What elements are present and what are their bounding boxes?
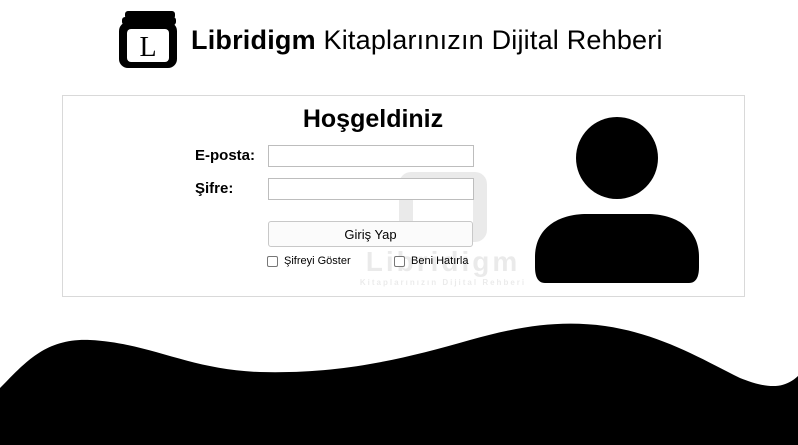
user-avatar-icon bbox=[535, 117, 699, 283]
show-password-label: Şifreyi Göster bbox=[284, 255, 351, 267]
decorative-wave bbox=[0, 323, 798, 445]
app-header: L Libridigm Kitaplarınızın Dijital Rehbe… bbox=[117, 10, 663, 70]
email-field[interactable] bbox=[268, 145, 474, 167]
login-button[interactable]: Giriş Yap bbox=[268, 221, 473, 247]
password-field[interactable] bbox=[268, 178, 474, 200]
remember-me-checkbox[interactable]: Beni Hatırla bbox=[394, 255, 468, 267]
brand-name: Libridigm bbox=[191, 24, 316, 55]
login-title: Hoşgeldiniz bbox=[302, 105, 444, 133]
password-label: Şifre: bbox=[195, 180, 234, 197]
show-password-checkbox[interactable]: Şifreyi Göster bbox=[267, 255, 351, 267]
email-label: E-posta: bbox=[195, 147, 255, 164]
login-panel: Libridigm Kitaplarınızın Dijital Rehberi… bbox=[62, 95, 745, 297]
app-title: Libridigm Kitaplarınızın Dijital Rehberi bbox=[191, 25, 663, 56]
brand-tagline: Kitaplarınızın Dijital Rehberi bbox=[323, 24, 663, 55]
remember-me-checkbox-box[interactable] bbox=[394, 255, 405, 267]
logo-letter: L bbox=[139, 32, 156, 63]
show-password-checkbox-box[interactable] bbox=[267, 255, 278, 267]
watermark-tagline: Kitaplarınızın Dijital Rehberi bbox=[359, 278, 527, 287]
book-stack-logo-icon: L bbox=[117, 10, 179, 70]
remember-me-label: Beni Hatırla bbox=[411, 255, 469, 267]
